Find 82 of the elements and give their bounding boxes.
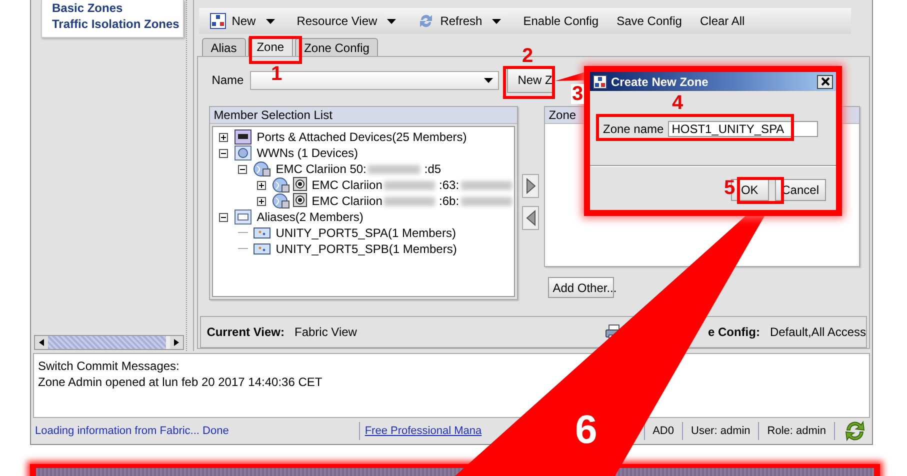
- dialog-title: Create New Zone: [611, 74, 710, 88]
- app-icon: [593, 74, 607, 88]
- highlight-frame: [737, 177, 784, 204]
- redacted-mark: [461, 180, 512, 190]
- caret-icon: [484, 78, 493, 82]
- redacted-mark: [368, 164, 420, 174]
- collapse-toggle[interactable]: [218, 212, 228, 222]
- tree-item-label[interactable]: Aliases(2 Members): [256, 210, 364, 224]
- toolbar-button[interactable]: Resource View: [290, 9, 384, 33]
- step-number: 6: [575, 410, 598, 450]
- step-number: 3: [571, 84, 584, 104]
- refresh-icon[interactable]: [844, 420, 866, 442]
- highlight-frame: [249, 36, 302, 64]
- redacted-mark: [384, 196, 436, 206]
- tree-item-label[interactable]: UNITY_PORT5_SPA(1 Members): [276, 226, 456, 240]
- tree-item-label[interactable]: :63:: [439, 178, 460, 192]
- globe-icon: [252, 161, 271, 177]
- link[interactable]: Free Professional Mana: [364, 425, 482, 438]
- config-label: e Config:: [708, 325, 760, 339]
- folder-icon: [234, 145, 252, 161]
- tree-item-label[interactable]: EMC Clariion: [312, 178, 382, 192]
- tree-item-label[interactable]: :d5: [424, 162, 442, 176]
- expand-toggle[interactable]: [256, 196, 266, 206]
- card-icon: [252, 241, 271, 257]
- status-text: User: admin: [691, 425, 750, 438]
- highlight-frame: [503, 66, 555, 99]
- collapse-toggle[interactable]: [218, 148, 228, 158]
- close-button[interactable]: [817, 74, 833, 88]
- status-text: Loading information from Fabric... Done: [35, 425, 229, 438]
- triangle-left-icon: [526, 210, 536, 226]
- tree-item-label[interactable]: Ports & Attached Devices(25 Members): [256, 130, 467, 144]
- toolbar-button[interactable]: Enable Config: [517, 9, 605, 33]
- tree-item-label[interactable]: WWNs (1 Devices): [256, 146, 358, 160]
- sidebar-item[interactable]: Traffic Isolation Zones: [52, 16, 183, 32]
- add-other-button[interactable]: Add Other...: [548, 277, 614, 298]
- redacted-mark: [461, 196, 512, 206]
- current-view-label: Current View:: [206, 325, 284, 339]
- tab[interactable]: Alias: [202, 38, 246, 56]
- tree-item-label[interactable]: UNITY_PORT5_SPB(1 Members): [276, 242, 457, 256]
- step-number: 1: [271, 64, 282, 84]
- tree-item-label[interactable]: EMC Clariion 50:: [276, 162, 366, 176]
- toolbar-button[interactable]: New: [204, 9, 262, 33]
- message-line: Zone Admin opened at lun feb 20 2017 14:40:36 CET: [38, 374, 324, 390]
- current-view-value: Fabric View: [294, 325, 357, 339]
- tree-item-label[interactable]: :6b:: [439, 194, 460, 208]
- tab[interactable]: Zone Config: [295, 38, 378, 56]
- refresh-icon: [418, 13, 434, 29]
- sidebar-item[interactable]: Basic Zones: [52, 0, 183, 16]
- config-value: Default,All Access: [770, 325, 866, 339]
- name-label: Name: [212, 73, 244, 87]
- toolbar-button[interactable]: Refresh: [412, 9, 488, 33]
- status-text: Role: admin: [767, 425, 826, 438]
- caret-icon: [266, 18, 275, 24]
- zone-icon: [210, 13, 226, 29]
- tree-item-label[interactable]: EMC Clariion: [312, 194, 382, 208]
- toolbar-button[interactable]: Clear All: [694, 9, 751, 33]
- folder-icon: [234, 209, 252, 225]
- remove-arrow-button[interactable]: [522, 206, 540, 230]
- panel-title: Member Selection List: [210, 107, 517, 124]
- caret-icon: [492, 18, 502, 24]
- status-text: AD0: [652, 425, 674, 438]
- caret-icon: [387, 18, 396, 24]
- globe-icon: [272, 177, 290, 193]
- zone-name-label: Zone name: [603, 122, 664, 136]
- globe-icon: [272, 193, 290, 209]
- card-icon: [252, 225, 271, 241]
- step-number: 2: [522, 46, 534, 66]
- message-line: Switch Commit Messages:: [38, 358, 180, 374]
- horizontal-scrollbar[interactable]: [34, 335, 184, 350]
- zone-name-field[interactable]: HOST1_UNITY_SPA: [668, 121, 818, 137]
- scroll-right-icon[interactable]: [174, 339, 180, 346]
- toolbar-button[interactable]: Save Config: [610, 9, 688, 33]
- new-zone-button[interactable]: New Z: [506, 67, 553, 93]
- expand-toggle[interactable]: [256, 180, 266, 190]
- switch-icon: [234, 129, 252, 145]
- triangle-right-icon: [526, 178, 536, 194]
- close-icon: [820, 77, 830, 86]
- redacted-mark: [384, 180, 436, 190]
- scroll-left-icon[interactable]: [39, 339, 44, 346]
- expand-toggle[interactable]: [218, 132, 228, 142]
- collapse-toggle[interactable]: [238, 164, 247, 174]
- add-arrow-button[interactable]: [522, 174, 540, 198]
